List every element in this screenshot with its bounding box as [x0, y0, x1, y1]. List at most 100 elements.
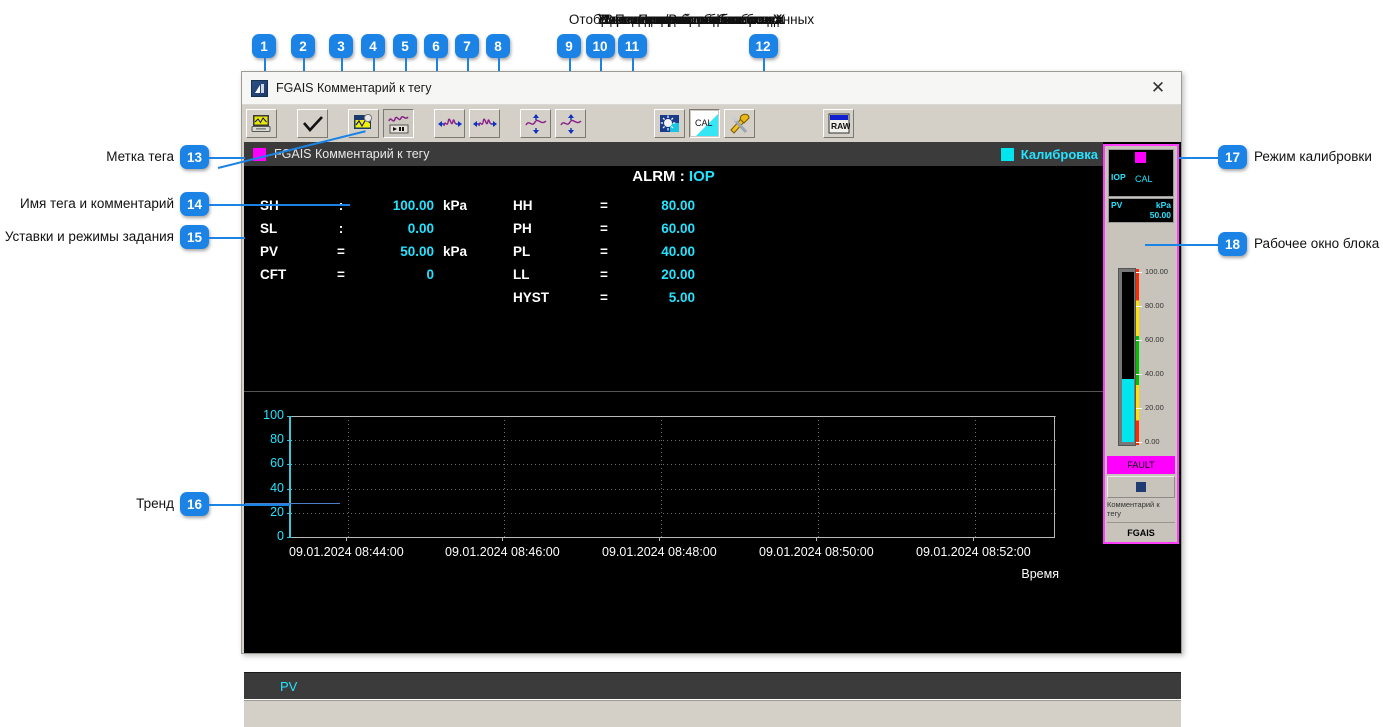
faceplate-scale-label: 40.00 [1145, 369, 1164, 378]
faceplate-scale-label: 100.00 [1145, 267, 1168, 276]
tag-header-bar: FGAIS Комментарий к тегу Калибровка [244, 142, 1103, 166]
trend-chart-panel[interactable]: 0 20 40 60 80 100 09.01.2024 08:44:00 09.01.20… [244, 391, 1103, 604]
callout-leader-15 [209, 237, 245, 239]
alarm-name: ALRM [632, 168, 676, 185]
faceplate-scale-label: 20.00 [1145, 403, 1164, 412]
y-tick-label: 100 [263, 408, 284, 422]
vertical-gridline [348, 416, 349, 537]
y-tick-label: 20 [270, 504, 284, 519]
callout-label-17: Режим калибровки [1254, 149, 1372, 164]
y-tick-label: 40 [270, 480, 284, 495]
print-screen-icon[interactable] [246, 109, 277, 138]
callout-badge-12: 12 [748, 34, 778, 58]
callout-badge-9: 9 [557, 34, 581, 58]
param-left-value: 50.00 [400, 244, 434, 259]
param-right-operator: = [600, 221, 608, 236]
param-right-value: 20.00 [661, 267, 695, 282]
y-tick-label: 0 [277, 529, 284, 543]
parameter-row: PV = 50.00 kPa PL = 40.00 [244, 240, 695, 263]
param-right-value: 5.00 [668, 290, 695, 305]
param-left-label: SL [260, 221, 278, 236]
callout-leader-14 [209, 204, 350, 206]
alarm-value: IOP [688, 168, 715, 185]
y-zoom-in-icon[interactable] [520, 109, 551, 138]
callout-badge-2: 2 [291, 34, 315, 58]
cal-mode-icon[interactable]: CAL [689, 109, 720, 138]
faceplate-unit-label: kPa [1155, 200, 1171, 210]
settings-tools-icon[interactable] [724, 109, 755, 138]
param-left-operator: = [337, 267, 345, 282]
window-status-strip [244, 700, 1181, 727]
horizontal-gridline [291, 512, 1057, 514]
bargraph-fill [1122, 379, 1134, 442]
x-tick-mark [659, 537, 660, 541]
param-right-operator: = [600, 267, 608, 282]
faceplate-tag-name: FGAIS [1107, 522, 1175, 543]
vertical-gridline [504, 416, 505, 537]
callout-badge-5: 5 [393, 34, 417, 58]
brightness-icon[interactable] [654, 109, 685, 138]
param-left-unit: kPa [443, 244, 468, 259]
faceplate-mode-box: IOP CAL [1108, 149, 1174, 197]
faceplate-comment: Комментарий к тегу [1107, 500, 1160, 518]
parameter-row: SL: 0.00 PH = 60.00 [244, 217, 695, 240]
param-right-label: LL [513, 267, 530, 282]
raw-data-icon[interactable]: RAW [823, 109, 854, 138]
block-faceplate[interactable]: IOP CAL PV kPa 50.00 100.00 80.00 60.00 40.… [1103, 144, 1179, 544]
faceplate-scale-label: 80.00 [1145, 301, 1164, 310]
y-tick-mark [287, 512, 292, 514]
param-right-operator: = [600, 198, 608, 213]
calibration-indicator: Калибровка [1000, 142, 1098, 166]
param-right-label: HYST [513, 290, 550, 305]
calibration-color-swatch [1000, 147, 1014, 161]
plot-right-border [1054, 416, 1055, 538]
x-zoom-in-icon[interactable] [469, 109, 500, 138]
callout-label-13: Метка тега [106, 149, 174, 164]
x-tick-mark [502, 537, 503, 541]
y-tick-mark [287, 440, 292, 442]
trend-playpause-icon[interactable] [383, 109, 414, 138]
x-tick-mark [816, 537, 817, 541]
param-left-value: 100.00 [392, 198, 434, 213]
callout-badge-14: 14 [180, 192, 209, 216]
x-tick-label: 09.01.2024 08:52:00 [916, 545, 1031, 559]
param-left-operator: = [337, 244, 345, 259]
callout-label-18: Рабочее окно блока [1254, 236, 1380, 251]
param-left-operator [320, 286, 362, 309]
callout-badge-1: 1 [252, 34, 276, 58]
param-left-operator: : [338, 221, 344, 236]
callout-badge-18: 18 [1218, 232, 1247, 256]
callout-badge-17: 17 [1218, 145, 1247, 169]
param-left-unit [434, 263, 497, 286]
x-zoom-out-icon[interactable] [434, 109, 465, 138]
callout-leader-16 [209, 504, 290, 506]
legend-item-pv[interactable]: PV [280, 679, 297, 694]
param-right-label: PH [513, 221, 532, 236]
param-right-value: 60.00 [661, 221, 695, 236]
param-right-label: PL [513, 244, 531, 259]
faceplate-scale-label: 0.00 [1145, 437, 1160, 446]
y-zoom-out-icon[interactable] [555, 109, 586, 138]
svg-text:RAW: RAW [831, 121, 850, 131]
callout-badge-6: 6 [424, 34, 448, 58]
faceplate-indicator-button[interactable] [1107, 476, 1175, 498]
param-right-operator: = [600, 244, 608, 259]
trend-plot-area[interactable] [289, 416, 1057, 537]
callout-badge-15: 15 [180, 225, 209, 249]
parameter-row: CFT = 0 LL = 20.00 [244, 263, 695, 286]
param-right-value: 80.00 [661, 198, 695, 213]
y-tick-mark [287, 537, 292, 538]
parameter-row: HYST = 5.00 [244, 286, 695, 309]
alarm-separator: : [679, 168, 685, 185]
callout-label-16: Тренд [136, 496, 174, 511]
callout-badge-10: 10 [585, 34, 615, 58]
param-left-unit: kPa [443, 198, 468, 213]
confirm-check-icon[interactable] [297, 109, 328, 138]
callout-leader-17 [1179, 157, 1218, 159]
app-logo-icon [251, 79, 268, 97]
close-icon[interactable]: ✕ [1135, 72, 1181, 104]
callout-badge-8: 8 [486, 34, 510, 58]
param-left-label: CFT [260, 267, 287, 282]
x-tick-label: 09.01.2024 08:44:00 [289, 545, 404, 559]
param-left-value [362, 286, 434, 309]
